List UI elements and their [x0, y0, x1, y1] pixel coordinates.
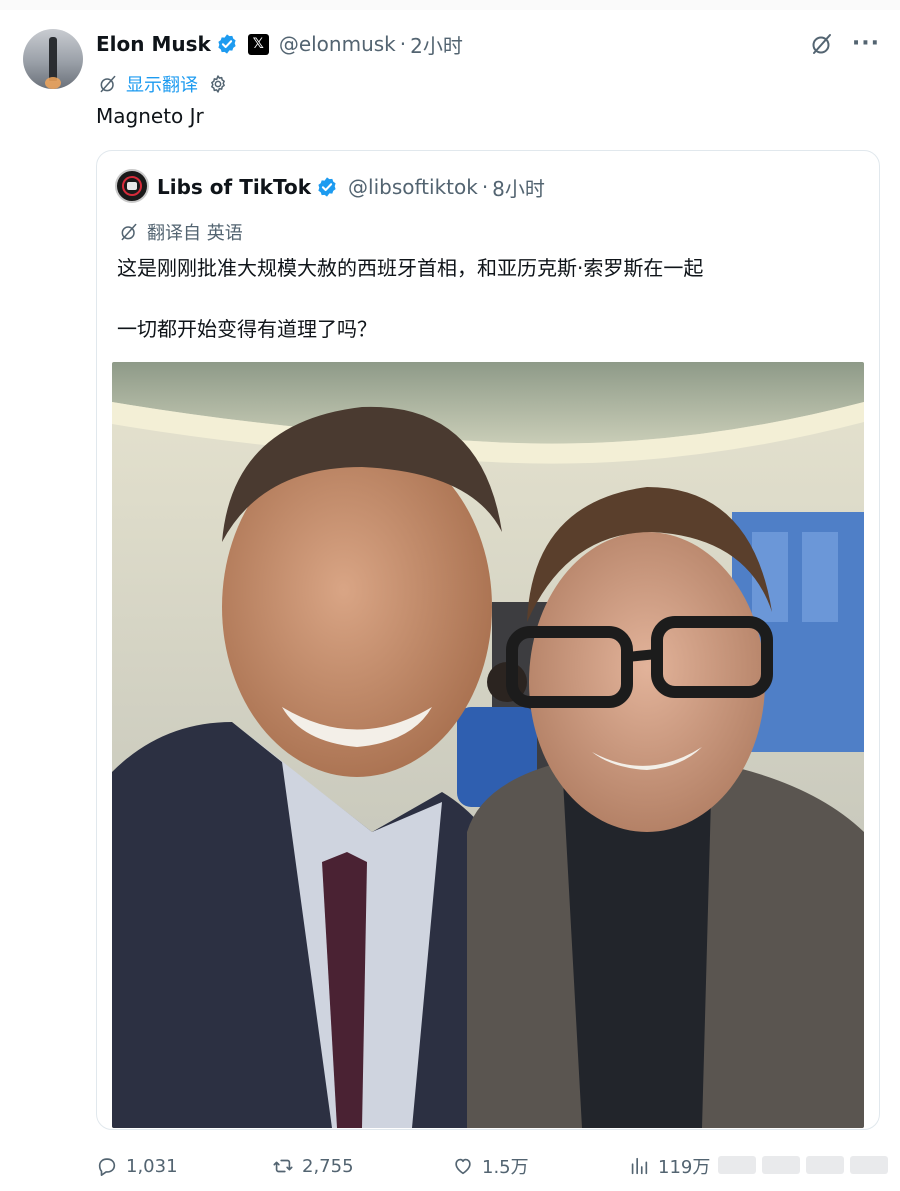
flame-image: [45, 77, 61, 89]
author-handle[interactable]: @elonmusk: [279, 32, 396, 56]
quoted-avatar[interactable]: [115, 169, 149, 203]
top-actions: ···: [810, 32, 880, 56]
reply-icon: [98, 1158, 116, 1176]
translated-from-text: 翻译自 英语: [147, 223, 243, 244]
verified-badge-icon: [218, 34, 236, 54]
views-chart-icon: [631, 1157, 648, 1175]
repost-icon: [273, 1159, 293, 1173]
views-count: 119万: [658, 1157, 711, 1178]
repost-count: 2,755: [302, 1155, 354, 1177]
post-text: Magneto Jr: [96, 104, 204, 128]
show-translation-label[interactable]: 显示翻译: [126, 71, 198, 97]
placeholder-bar: [850, 1156, 888, 1174]
separator-dot: ·: [481, 175, 489, 199]
separator-dot: ·: [399, 32, 407, 56]
quoted-time[interactable]: 8小时: [492, 173, 545, 202]
quoted-avatar-mark: [127, 182, 137, 190]
blurred-actions-placeholder: [718, 1156, 888, 1178]
repost-button[interactable]: 2,755: [272, 1150, 354, 1182]
gear-icon[interactable]: [208, 74, 228, 94]
author-row: Elon Musk 𝕏 @elonmusk · 2小时: [96, 30, 463, 58]
reply-button[interactable]: 1,031: [96, 1150, 178, 1182]
placeholder-bar: [762, 1156, 800, 1174]
placeholder-bar: [806, 1156, 844, 1174]
views-button[interactable]: 119万: [628, 1150, 710, 1182]
like-count: 1.5万: [482, 1157, 529, 1178]
photo-image: [112, 362, 864, 1128]
quoted-text-line-2: 一切都开始变得有道理了吗？: [117, 317, 377, 341]
post-time[interactable]: 2小时: [410, 30, 463, 59]
translate-icon: [121, 223, 137, 241]
translated-from-label: 翻译自 英语: [119, 219, 243, 245]
avatar[interactable]: [23, 29, 83, 89]
translate-icon: [100, 75, 116, 93]
quoted-photo[interactable]: [112, 362, 864, 1128]
author-name[interactable]: Elon Musk: [96, 32, 211, 56]
rocket-image: [49, 37, 57, 81]
x-affiliation-icon[interactable]: 𝕏: [247, 33, 269, 55]
grok-icon[interactable]: [810, 32, 834, 56]
quoted-text-line-1: 这是刚刚批准大规模大赦的西班牙首相，和亚历克斯·索罗斯在一起: [117, 256, 704, 280]
reply-count: 1,031: [126, 1155, 178, 1177]
quoted-handle[interactable]: @libsoftiktok: [348, 175, 478, 199]
quoted-author-name[interactable]: Libs of TikTok: [157, 175, 311, 199]
like-button[interactable]: 1.5万: [452, 1150, 529, 1182]
quoted-post-card[interactable]: Libs of TikTok @libsoftiktok · 8小时 翻译自 英…: [96, 150, 880, 1130]
verified-badge-icon: [318, 177, 336, 197]
placeholder-bar: [718, 1156, 756, 1174]
top-strip: [0, 0, 900, 10]
show-translation-link[interactable]: 显示翻译: [98, 72, 236, 96]
heart-icon: [455, 1158, 471, 1175]
more-options-icon[interactable]: ···: [852, 33, 880, 55]
quoted-author-row: Libs of TikTok @libsoftiktok · 8小时: [157, 173, 545, 201]
